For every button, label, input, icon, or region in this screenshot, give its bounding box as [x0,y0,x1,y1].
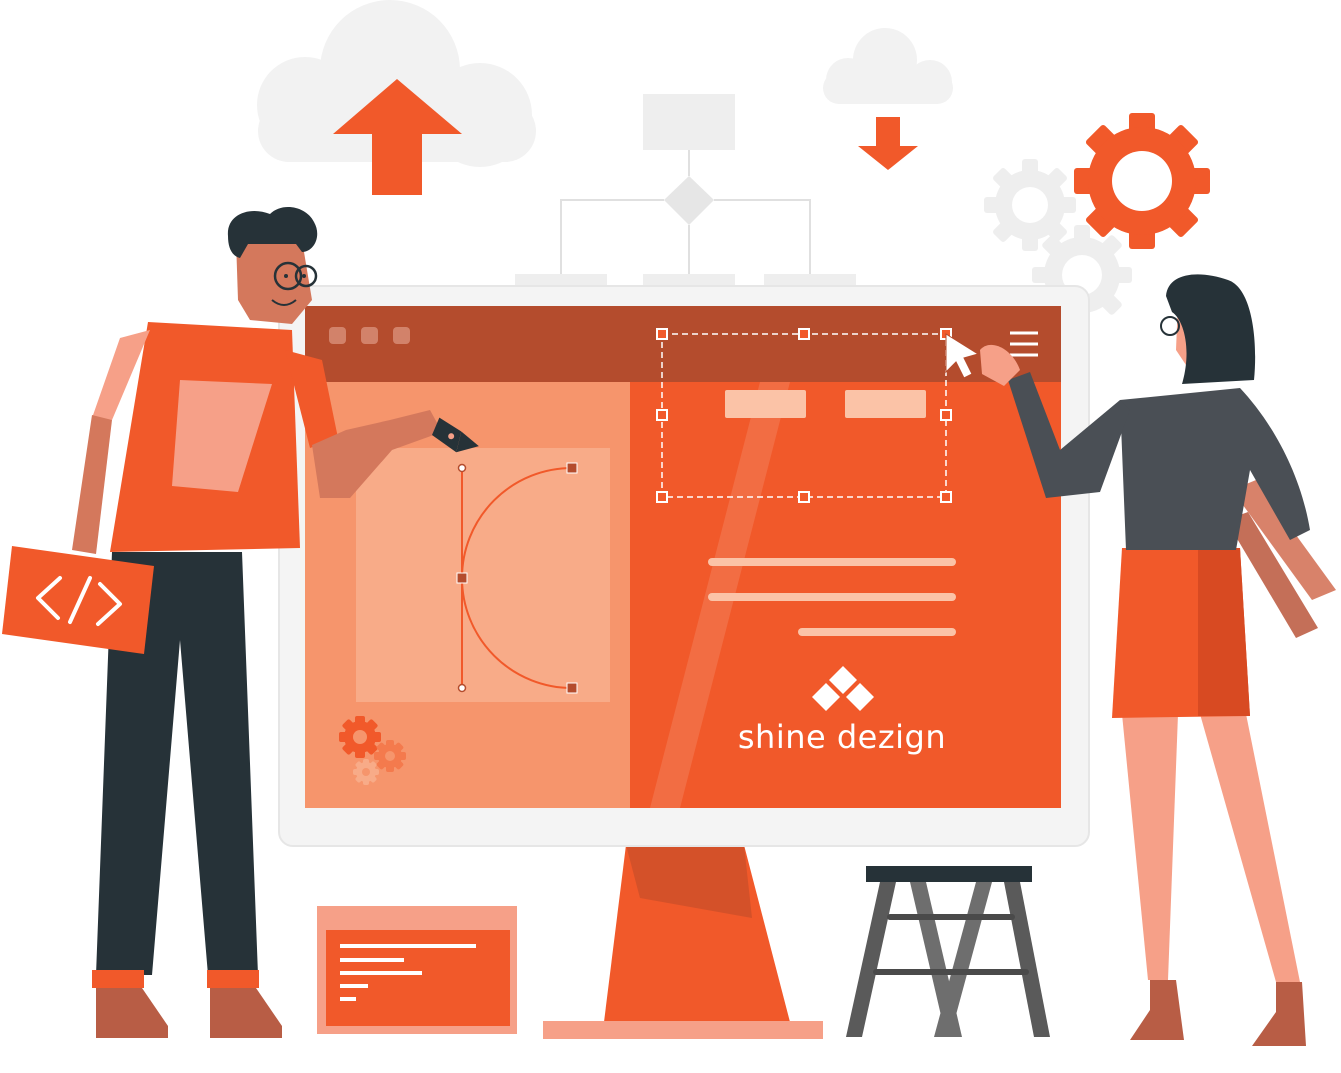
flowchart [515,94,856,288]
window-dot[interactable] [361,327,378,344]
gear-icon [353,759,379,785]
gear-icon [1074,113,1210,249]
download-arrow-icon [858,117,918,170]
window-dot[interactable] [329,327,346,344]
gear-icon [984,159,1076,251]
cloud-right [823,28,953,104]
code-document [317,906,517,1034]
illustration-canvas: shine dezign [2,0,1336,1046]
step-ladder [846,866,1050,1037]
gear-icon [339,716,381,758]
brand-name: shine dezign [738,718,946,756]
gear-icon [374,740,406,772]
artboard [356,448,610,702]
nav-button[interactable] [845,390,926,418]
window-dot[interactable] [393,327,410,344]
nav-button[interactable] [725,390,806,418]
monitor-base [543,1021,823,1039]
